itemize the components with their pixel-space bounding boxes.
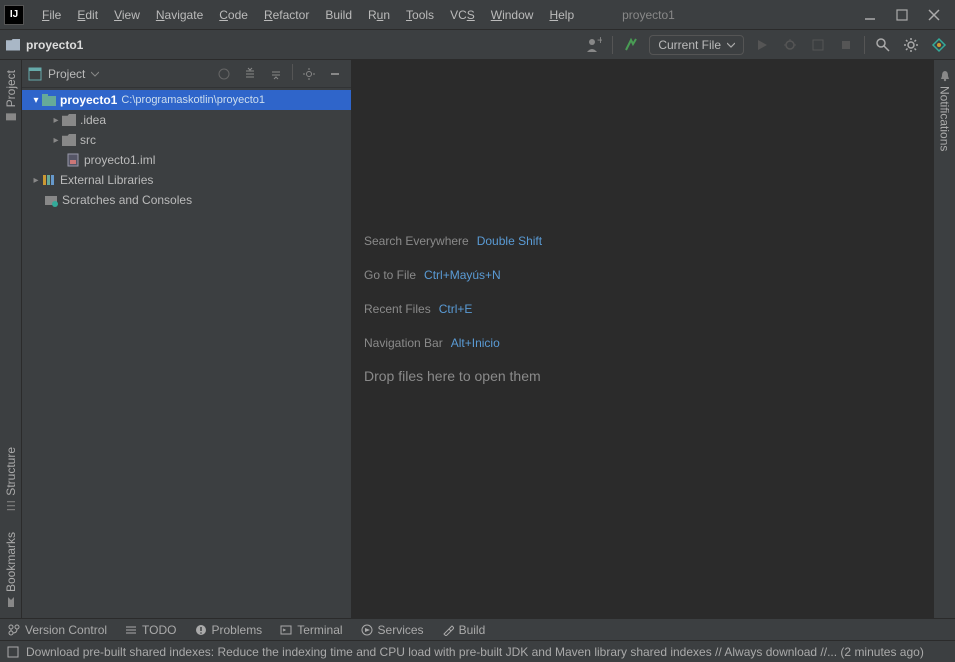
separator bbox=[612, 36, 613, 54]
tree-root-name: proyecto1 bbox=[60, 93, 117, 107]
menu-file[interactable]: File bbox=[34, 8, 69, 22]
chevron-right-icon[interactable]: ▸ bbox=[30, 175, 42, 186]
editor-area[interactable]: Search EverywhereDouble Shift Go to File… bbox=[352, 60, 933, 618]
run-button[interactable] bbox=[752, 35, 772, 55]
tip-search-everywhere: Search EverywhereDouble Shift bbox=[364, 232, 542, 248]
module-icon bbox=[42, 94, 56, 106]
left-tool-gutter: Project Structure Bookmarks bbox=[0, 60, 22, 618]
tip-drop-files: Drop files here to open them bbox=[364, 368, 542, 384]
tree-idea-folder[interactable]: ▸ .idea bbox=[22, 110, 351, 130]
tip-navigation-bar: Navigation BarAlt+Inicio bbox=[364, 334, 542, 350]
gutter-project[interactable]: Project bbox=[4, 60, 18, 133]
menu-help[interactable]: Help bbox=[541, 8, 582, 22]
folder-icon bbox=[6, 39, 20, 51]
tree-external-libs[interactable]: ▸ External Libraries bbox=[22, 170, 351, 190]
right-tool-gutter: Notifications bbox=[933, 60, 955, 618]
sync-icon[interactable] bbox=[621, 35, 641, 55]
menu-view[interactable]: View bbox=[106, 8, 148, 22]
tool-version-control[interactable]: Version Control bbox=[8, 623, 107, 637]
menu-vcs[interactable]: VCS bbox=[442, 8, 483, 22]
project-panel-header: Project bbox=[22, 60, 351, 88]
services-icon bbox=[361, 624, 373, 636]
hide-panel-icon[interactable] bbox=[325, 64, 345, 84]
debug-button[interactable] bbox=[780, 35, 800, 55]
main-area: Project Structure Bookmarks Project bbox=[0, 60, 955, 618]
folder-icon bbox=[5, 111, 17, 123]
scratches-icon bbox=[44, 193, 58, 207]
tree-scratches[interactable]: Scratches and Consoles bbox=[22, 190, 351, 210]
svg-text:+: + bbox=[597, 37, 602, 47]
gutter-structure[interactable]: Structure bbox=[4, 437, 18, 522]
chevron-right-icon[interactable]: ▸ bbox=[50, 135, 62, 146]
collapse-all-icon[interactable] bbox=[266, 64, 286, 84]
menu-tools[interactable]: Tools bbox=[398, 8, 442, 22]
folder-icon bbox=[62, 114, 76, 126]
tree-src-folder[interactable]: ▸ src bbox=[22, 130, 351, 150]
separator bbox=[864, 36, 865, 54]
panel-settings-icon[interactable] bbox=[299, 64, 319, 84]
ide-icon[interactable] bbox=[929, 35, 949, 55]
add-user-icon[interactable]: + bbox=[584, 35, 604, 55]
hammer-icon bbox=[442, 624, 454, 636]
navigation-bar: proyecto1 + Current File bbox=[0, 30, 955, 60]
tool-build[interactable]: Build bbox=[442, 623, 486, 637]
tree-iml-file[interactable]: proyecto1.iml bbox=[22, 150, 351, 170]
gutter-bookmarks[interactable]: Bookmarks bbox=[4, 522, 18, 618]
menu-navigate[interactable]: Navigate bbox=[148, 8, 211, 22]
chevron-down-icon bbox=[727, 41, 735, 49]
app-icon: IJ bbox=[4, 5, 24, 25]
chevron-right-icon[interactable]: ▸ bbox=[50, 115, 62, 126]
tool-services[interactable]: Services bbox=[361, 623, 424, 637]
tree-root[interactable]: ▾ proyecto1 C:\programaskotlin\proyecto1 bbox=[22, 90, 351, 110]
settings-icon[interactable] bbox=[901, 35, 921, 55]
breadcrumb[interactable]: proyecto1 bbox=[26, 38, 83, 52]
tip-go-to-file: Go to FileCtrl+Mayús+N bbox=[364, 266, 542, 282]
window-title: proyecto1 bbox=[582, 8, 853, 22]
menu-bar: IJ File Edit View Navigate Code Refactor… bbox=[0, 0, 955, 30]
menu-build[interactable]: Build bbox=[317, 8, 360, 22]
bell-icon bbox=[939, 70, 951, 82]
branch-icon bbox=[8, 624, 20, 636]
editor-tips: Search EverywhereDouble Shift Go to File… bbox=[364, 232, 542, 402]
structure-icon bbox=[5, 500, 17, 512]
close-button[interactable] bbox=[927, 8, 941, 22]
list-icon bbox=[125, 624, 137, 636]
menu-window[interactable]: Window bbox=[483, 8, 542, 22]
tip-recent-files: Recent FilesCtrl+E bbox=[364, 300, 542, 316]
problems-icon bbox=[195, 624, 207, 636]
status-square-icon[interactable] bbox=[6, 645, 20, 659]
status-message[interactable]: Download pre-built shared indexes: Reduc… bbox=[26, 645, 924, 659]
search-icon[interactable] bbox=[873, 35, 893, 55]
minimize-button[interactable] bbox=[863, 8, 877, 22]
gutter-notifications[interactable]: Notifications bbox=[938, 60, 952, 161]
tree-root-path: C:\programaskotlin\proyecto1 bbox=[121, 94, 265, 106]
menu-run[interactable]: Run bbox=[360, 8, 398, 22]
project-view-icon bbox=[28, 67, 42, 81]
tool-todo[interactable]: TODO bbox=[125, 623, 176, 637]
project-panel: Project ▾ proyecto1 C:\programaskotlin\p… bbox=[22, 60, 352, 618]
folder-icon bbox=[62, 134, 76, 146]
run-config-label: Current File bbox=[658, 38, 721, 52]
coverage-button[interactable] bbox=[808, 35, 828, 55]
terminal-icon bbox=[280, 624, 292, 636]
run-config-selector[interactable]: Current File bbox=[649, 35, 744, 55]
menu-refactor[interactable]: Refactor bbox=[256, 8, 317, 22]
bookmark-icon bbox=[5, 596, 17, 608]
menu-code[interactable]: Code bbox=[211, 8, 256, 22]
menu-edit[interactable]: Edit bbox=[69, 8, 106, 22]
iml-file-icon bbox=[66, 153, 80, 167]
chevron-down-icon bbox=[91, 70, 99, 78]
stop-button[interactable] bbox=[836, 35, 856, 55]
select-opened-icon[interactable] bbox=[214, 64, 234, 84]
project-tree[interactable]: ▾ proyecto1 C:\programaskotlin\proyecto1… bbox=[22, 88, 351, 212]
chevron-down-icon[interactable]: ▾ bbox=[30, 95, 42, 106]
project-panel-title[interactable]: Project bbox=[28, 67, 208, 81]
libraries-icon bbox=[42, 173, 56, 187]
tool-terminal[interactable]: Terminal bbox=[280, 623, 342, 637]
tool-problems[interactable]: Problems bbox=[195, 623, 263, 637]
bottom-tool-bar: Version Control TODO Problems Terminal S… bbox=[0, 618, 955, 640]
expand-all-icon[interactable] bbox=[240, 64, 260, 84]
status-bar: Download pre-built shared indexes: Reduc… bbox=[0, 640, 955, 662]
maximize-button[interactable] bbox=[895, 8, 909, 22]
